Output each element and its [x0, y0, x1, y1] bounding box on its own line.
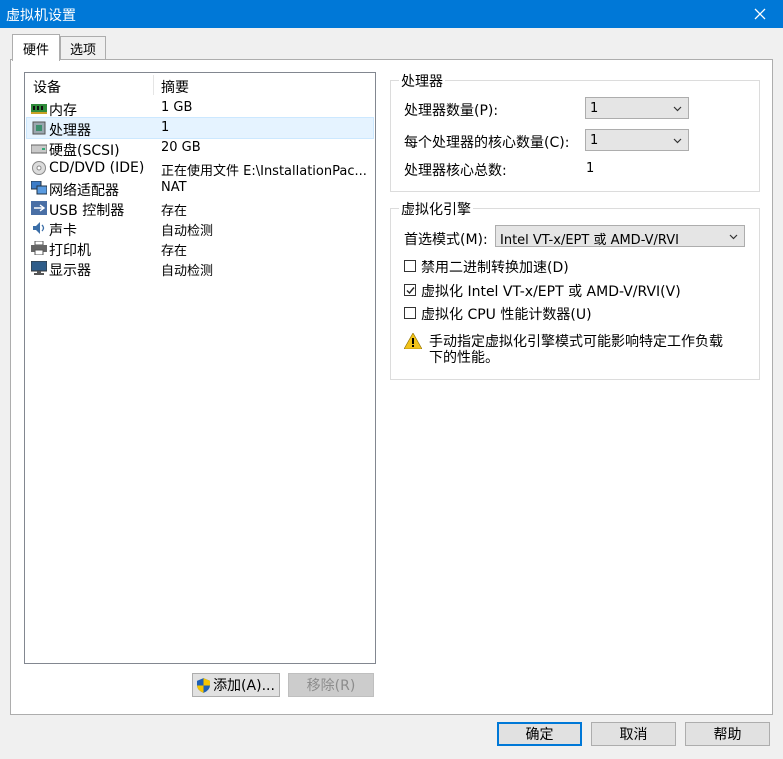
usb-icon [31, 201, 47, 215]
sound-card-icon [33, 222, 45, 234]
cd-dvd-icon [32, 161, 46, 175]
total-cores-label: 处理器核心总数: [404, 163, 507, 179]
remove-device-button[interactable]: 移除(R) [288, 673, 374, 697]
virtualization-group-title: 虚拟化引擎 [399, 199, 473, 219]
processor-icon [32, 121, 46, 135]
device-name: 显示器 [49, 263, 91, 279]
remove-device-label: 移除(R) [306, 678, 356, 694]
device-name: CD/DVD (IDE) [49, 160, 145, 176]
device-summary: 自动检测 [161, 224, 214, 239]
device-row-cd-dvd[interactable]: CD/DVD (IDE) 正在使用文件 E:\InstallationPac..… [27, 158, 373, 179]
preferred-mode-select[interactable]: Intel VT-x/EPT 或 AMD-V/RVI [495, 225, 745, 248]
printer-icon [31, 241, 47, 255]
cancel-label: 取消 [619, 727, 648, 743]
chevron-down-icon [673, 106, 682, 112]
chevron-down-icon [673, 138, 682, 144]
column-header-device[interactable]: 设备 [33, 77, 61, 97]
chevron-down-icon [729, 234, 738, 240]
cores-per-processor-select[interactable]: 1 [585, 129, 689, 151]
display-icon [31, 261, 47, 275]
device-summary: NAT [161, 180, 187, 195]
column-separator[interactable] [153, 75, 154, 95]
cores-per-processor-label: 每个处理器的核心数量(C): [404, 135, 570, 151]
window-title: 虚拟机设置 [6, 8, 76, 24]
help-button[interactable]: 帮助 [685, 722, 770, 746]
device-summary: 存在 [161, 244, 188, 259]
device-summary: 20 GB [161, 140, 201, 155]
device-row-processor[interactable]: 处理器 1 [26, 117, 374, 139]
device-name: 打印机 [49, 243, 91, 259]
checkmark-icon [406, 287, 415, 295]
tab-hardware-label: 硬件 [22, 42, 49, 58]
device-row-network-adapter[interactable]: 网络适配器 NAT [27, 178, 373, 199]
ok-label: 确定 [525, 727, 554, 743]
device-summary: 存在 [161, 204, 188, 219]
device-row-printer[interactable]: 打印机 存在 [27, 238, 373, 259]
device-summary: 1 GB [161, 100, 193, 115]
device-list-header: 设备 摘要 [25, 73, 375, 97]
help-label: 帮助 [713, 727, 742, 743]
tab-options-label: 选项 [69, 42, 96, 58]
device-row-usb-controller[interactable]: USB 控制器 存在 [27, 198, 373, 219]
close-icon [754, 8, 766, 20]
device-row-memory[interactable]: 内存 1 GB [27, 98, 373, 119]
device-name: 硬盘(SCSI) [49, 143, 120, 159]
device-name: 内存 [49, 103, 77, 119]
cancel-button[interactable]: 取消 [591, 722, 676, 746]
shield-icon [197, 677, 211, 693]
virtualize-vtx-checkbox[interactable] [404, 284, 416, 296]
tab-hardware[interactable]: 硬件 [12, 34, 60, 61]
device-name: 声卡 [49, 223, 77, 239]
device-name: USB 控制器 [49, 203, 125, 219]
device-row-display[interactable]: 显示器 自动检测 [27, 258, 373, 279]
processor-group-title: 处理器 [399, 71, 445, 91]
device-list[interactable]: 设备 摘要 内存 1 GB 处理器 1 硬盘(SCSI) 20 GB CD/DV… [24, 72, 376, 664]
harddisk-icon [31, 144, 47, 154]
device-name: 网络适配器 [49, 183, 119, 199]
virtualize-cpu-counters-label[interactable]: 虚拟化 CPU 性能计数器(U) [421, 304, 592, 324]
ok-button[interactable]: 确定 [497, 722, 582, 746]
virtualize-cpu-counters-checkbox[interactable] [404, 307, 416, 319]
total-cores-value: 1 [586, 161, 595, 176]
title-bar: 虚拟机设置 [0, 0, 783, 28]
warning-text-line2: 下的性能。 [429, 350, 499, 366]
column-header-summary[interactable]: 摘要 [161, 77, 189, 97]
processor-count-select[interactable]: 1 [585, 97, 689, 119]
device-summary: 自动检测 [161, 264, 214, 279]
cores-per-processor-value: 1 [590, 133, 599, 148]
preferred-mode-value: Intel VT-x/EPT 或 AMD-V/RVI [500, 233, 679, 248]
network-adapter-icon [31, 181, 47, 195]
memory-icon [31, 104, 47, 114]
virtualize-vtx-label[interactable]: 虚拟化 Intel VT-x/EPT 或 AMD-V/RVI(V) [421, 281, 681, 301]
processor-count-label: 处理器数量(P): [404, 103, 499, 119]
warning-icon [404, 333, 422, 349]
add-device-label: 添加(A)... [213, 678, 275, 694]
disable-binary-translation-checkbox[interactable] [404, 260, 416, 272]
device-summary: 1 [161, 120, 170, 135]
disable-binary-translation-label[interactable]: 禁用二进制转换加速(D) [421, 257, 569, 277]
tab-options[interactable]: 选项 [60, 36, 106, 59]
processor-count-value: 1 [590, 101, 599, 116]
close-button[interactable] [737, 0, 783, 28]
add-device-button[interactable]: 添加(A)... [192, 673, 280, 697]
device-name: 处理器 [49, 123, 91, 139]
device-summary: 正在使用文件 E:\InstallationPac... [161, 164, 367, 179]
preferred-mode-label: 首选模式(M): [404, 232, 488, 248]
device-row-harddisk[interactable]: 硬盘(SCSI) 20 GB [27, 138, 373, 159]
device-row-sound-card[interactable]: 声卡 自动检测 [27, 218, 373, 239]
